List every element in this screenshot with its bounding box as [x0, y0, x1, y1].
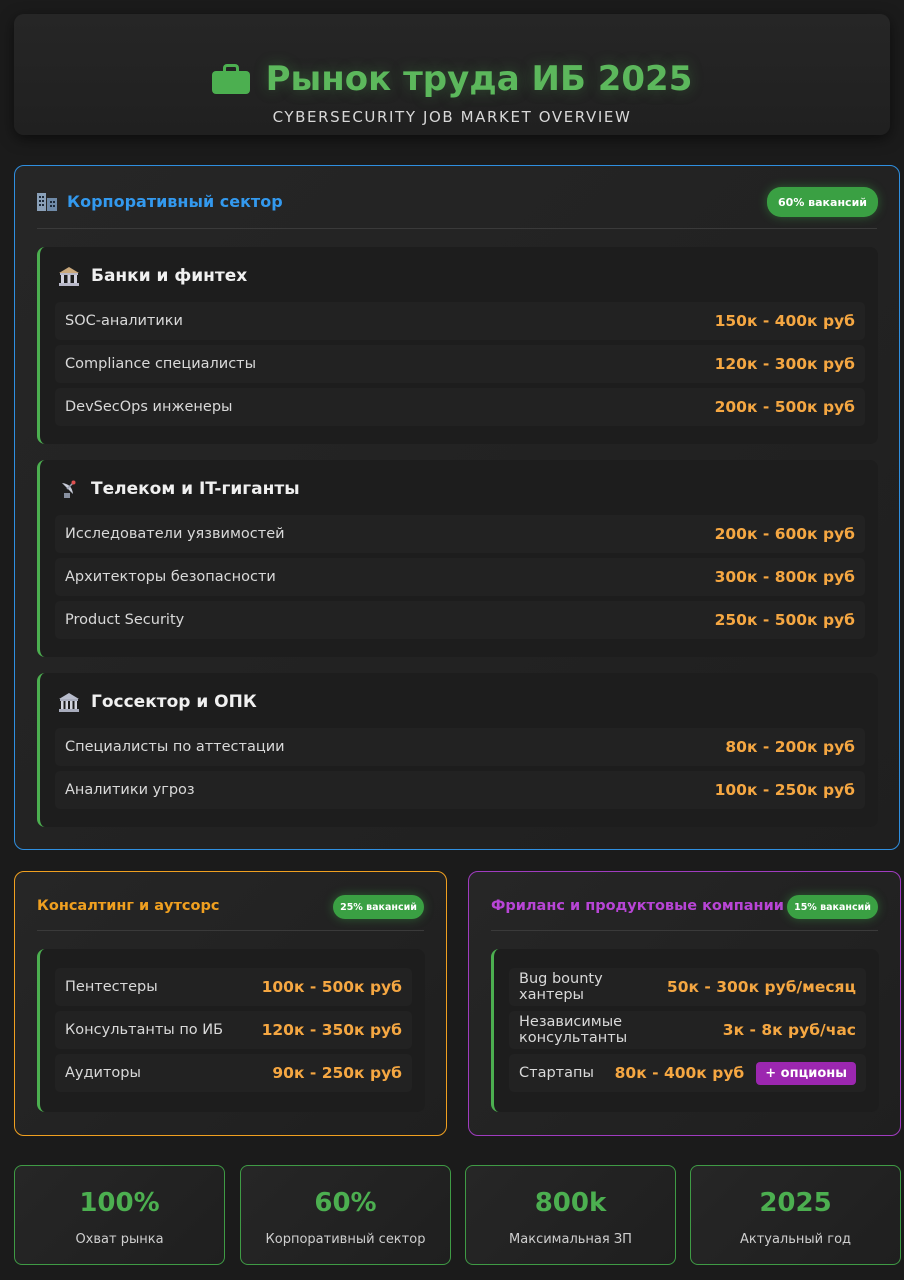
job-role: Консультанты по ИБ [65, 1022, 224, 1038]
job-row: Bug bounty хантеры 50к - 300к руб/месяц [509, 968, 866, 1006]
corporate-sector-card: Корпоративный сектор 60% вакансий Банки … [14, 165, 900, 850]
corporate-share-badge: 60% вакансий [767, 187, 878, 217]
stat-label: Актуальный год [739, 1232, 852, 1247]
job-salary: 80к - 400к руб [614, 1064, 745, 1082]
job-salary-group: 80к - 400к руб + опционы [614, 1061, 856, 1085]
job-salary: 300к - 800к руб [714, 568, 855, 586]
bank-icon [58, 265, 80, 287]
government-defense-card: Госсектор и ОПК Специалисты по аттестаци… [37, 673, 878, 827]
job-salary: 80к - 200к руб [725, 738, 855, 756]
job-row: Аналитики угроз 100к - 250к руб [55, 771, 865, 809]
job-salary: 100к - 250к руб [714, 781, 855, 799]
job-role: Стартапы [519, 1065, 594, 1081]
stat-label: Корпоративный сектор [265, 1232, 426, 1247]
section-divider [37, 228, 877, 229]
stat-value: 800k [534, 1188, 607, 1218]
job-row: Специалисты по аттестации 80к - 200к руб [55, 728, 865, 766]
job-role: Специалисты по аттестации [65, 739, 285, 755]
job-row: Product Security 250к - 500к руб [55, 601, 865, 639]
job-salary: 90к - 250к руб [272, 1064, 402, 1082]
corporate-sector-title: Корпоративный сектор [67, 192, 283, 211]
job-salary: 250к - 500к руб [714, 611, 855, 629]
government-building-icon [58, 691, 80, 713]
job-role: Аудиторы [65, 1065, 141, 1081]
job-role: DevSecOps инженеры [65, 399, 233, 415]
consulting-jobs-card: Пентестеры 100к - 500к руб Консультанты … [37, 949, 425, 1112]
job-role: Пентестеры [65, 979, 158, 995]
job-row: SOC-аналитики 150к - 400к руб [55, 302, 865, 340]
job-salary: 120к - 350к руб [261, 1021, 402, 1039]
job-role: Аналитики угроз [65, 782, 195, 798]
options-badge: + опционы [756, 1061, 856, 1085]
office-building-icon [37, 192, 57, 211]
banks-fintech-card: Банки и финтех SOC-аналитики 150к - 400к… [37, 247, 878, 444]
banks-fintech-header: Банки и финтех [58, 265, 247, 287]
telecom-it-card: Телеком и IT-гиганты Исследователи уязви… [37, 460, 878, 657]
job-salary: 200к - 500к руб [714, 398, 855, 416]
section-divider [37, 930, 424, 931]
job-row: Исследователи уязвимостей 200к - 600к ру… [55, 515, 865, 553]
job-row: Консультанты по ИБ 120к - 350к руб [55, 1011, 412, 1049]
telecom-it-header: Телеком и IT-гиганты [58, 478, 300, 500]
job-role: Compliance специалисты [65, 356, 257, 372]
freelance-jobs-card: Bug bounty хантеры 50к - 300к руб/месяц … [491, 949, 879, 1112]
job-salary: 100к - 500к руб [261, 978, 402, 996]
job-row: DevSecOps инженеры 200к - 500к руб [55, 388, 865, 426]
consulting-share-badge: 25% вакансий [333, 895, 424, 919]
freelance-share-badge: 15% вакансий [787, 895, 878, 919]
job-role: SOC-аналитики [65, 313, 183, 329]
job-salary: 200к - 600к руб [714, 525, 855, 543]
job-salary: 3к - 8к руб/час [722, 1021, 856, 1039]
stat-current-year: 2025 Актуальный год [690, 1165, 901, 1265]
consulting-card: Консалтинг и аутсорс 25% вакансий Пентес… [14, 871, 447, 1136]
stat-label: Максимальная ЗП [509, 1232, 632, 1247]
briefcase-icon [211, 64, 250, 94]
job-salary: 150к - 400к руб [714, 312, 855, 330]
stat-value: 60% [314, 1188, 377, 1218]
corporate-sector-header: Корпоративный сектор [37, 192, 877, 211]
government-defense-header: Госсектор и ОПК [58, 691, 257, 713]
consulting-title: Консалтинг и аутсорс [37, 898, 220, 914]
job-row: Независимые консультанты 3к - 8к руб/час [509, 1011, 866, 1049]
job-role: Архитекторы безопасности [65, 569, 276, 585]
job-role: Независимые консультанты [519, 1014, 628, 1046]
page-title: Рынок труда ИБ 2025 [265, 59, 693, 99]
stat-value: 100% [79, 1188, 160, 1218]
stat-max-salary: 800k Максимальная ЗП [465, 1165, 676, 1265]
stat-market-coverage: 100% Охват рынка [14, 1165, 225, 1265]
job-row: Compliance специалисты 120к - 300к руб [55, 345, 865, 383]
stat-value: 2025 [759, 1188, 832, 1218]
job-role: Product Security [65, 612, 185, 628]
satellite-dish-icon [58, 478, 80, 500]
freelance-card: Фриланс и продуктовые компании 15% вакан… [468, 871, 901, 1136]
page-subtitle: CYBERSECURITY JOB MARKET OVERVIEW [272, 108, 632, 126]
government-defense-title: Госсектор и ОПК [91, 692, 257, 712]
section-divider [491, 930, 878, 931]
job-row: Стартапы 80к - 400к руб + опционы [509, 1054, 866, 1092]
job-salary: 120к - 300к руб [714, 355, 855, 373]
telecom-it-title: Телеком и IT-гиганты [91, 479, 300, 499]
job-role: Исследователи уязвимостей [65, 526, 285, 542]
job-row: Пентестеры 100к - 500к руб [55, 968, 412, 1006]
job-salary: 50к - 300к руб/месяц [666, 978, 856, 996]
freelance-title: Фриланс и продуктовые компании [491, 898, 784, 914]
title-row: Рынок труда ИБ 2025 [14, 54, 890, 104]
job-row: Архитекторы безопасности 300к - 800к руб [55, 558, 865, 596]
job-role: Bug bounty хантеры [519, 971, 603, 1003]
banks-fintech-title: Банки и финтех [91, 266, 248, 286]
page-header: Рынок труда ИБ 2025 CYBERSECURITY JOB MA… [14, 14, 890, 135]
stat-label: Охват рынка [75, 1232, 164, 1247]
job-row: Аудиторы 90к - 250к руб [55, 1054, 412, 1092]
stat-corporate-share: 60% Корпоративный сектор [240, 1165, 451, 1265]
